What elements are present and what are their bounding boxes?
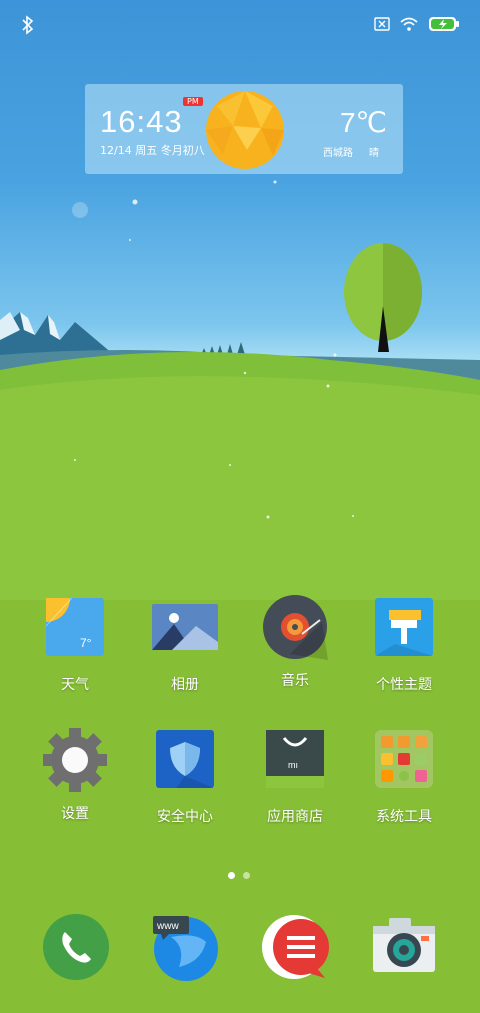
bluetooth-icon bbox=[22, 15, 34, 35]
tools-folder-icon bbox=[371, 730, 437, 796]
app-settings[interactable]: 设置 bbox=[25, 727, 125, 823]
phone-icon bbox=[43, 914, 109, 980]
svg-text:mı: mı bbox=[288, 760, 298, 770]
app-store[interactable]: mı 应用商店 bbox=[245, 730, 345, 826]
app-weather[interactable]: 7° 天气 bbox=[25, 597, 125, 694]
weather-badge: 7° bbox=[80, 636, 92, 650]
browser-icon: www bbox=[153, 916, 218, 981]
dock-camera[interactable] bbox=[369, 912, 439, 982]
ampm-badge: PM bbox=[183, 97, 203, 106]
app-label: 安全中心 bbox=[157, 809, 213, 825]
app-gallery[interactable]: 相册 bbox=[135, 598, 235, 694]
gallery-icon bbox=[152, 598, 218, 664]
app-store-icon: mı bbox=[262, 730, 328, 796]
app-security[interactable]: 安全中心 bbox=[135, 730, 235, 826]
clock-weather-widget[interactable]: 16:43 PM 12/14 周五 冬月初八 7℃ 西城路 晴 bbox=[85, 84, 403, 174]
app-label: 应用商店 bbox=[267, 809, 323, 825]
settings-icon bbox=[42, 727, 108, 793]
app-label: 个性主题 bbox=[376, 677, 432, 693]
browser-www-label: www bbox=[156, 921, 179, 932]
security-icon bbox=[152, 730, 218, 796]
weather-location-row: 西城路 晴 bbox=[323, 144, 379, 159]
app-label: 相册 bbox=[171, 677, 199, 693]
dock-messages[interactable] bbox=[261, 912, 331, 982]
sun-icon bbox=[206, 91, 284, 169]
weather-temperature[interactable]: 7℃ bbox=[340, 106, 387, 139]
camera-icon bbox=[373, 918, 435, 972]
page-indicator[interactable] bbox=[228, 872, 250, 879]
clock-time[interactable]: 16:43 bbox=[100, 104, 183, 140]
sim-off-icon bbox=[374, 17, 390, 31]
app-label: 系统工具 bbox=[376, 809, 432, 825]
weather-condition: 晴 bbox=[369, 148, 379, 159]
battery-charging-icon bbox=[429, 17, 459, 31]
app-tools-folder[interactable]: 系统工具 bbox=[354, 730, 454, 826]
themes-icon bbox=[371, 598, 437, 664]
dock-browser[interactable]: www bbox=[151, 912, 221, 982]
app-music[interactable]: 音乐 bbox=[245, 594, 345, 690]
weather-icon: 7° bbox=[42, 597, 108, 664]
page-dot[interactable] bbox=[243, 872, 250, 879]
app-label: 音乐 bbox=[281, 673, 309, 689]
page-dot[interactable] bbox=[228, 872, 235, 879]
music-icon bbox=[262, 594, 328, 660]
wifi-icon bbox=[400, 17, 418, 31]
status-bar bbox=[0, 0, 480, 50]
messages-icon bbox=[262, 915, 329, 979]
weather-location: 西城路 bbox=[323, 148, 353, 159]
app-themes[interactable]: 个性主题 bbox=[354, 598, 454, 694]
app-label: 天气 bbox=[61, 677, 89, 693]
clock-date: 12/14 周五 冬月初八 bbox=[100, 144, 205, 157]
app-label: 设置 bbox=[61, 806, 89, 822]
dock-phone[interactable] bbox=[41, 912, 111, 982]
